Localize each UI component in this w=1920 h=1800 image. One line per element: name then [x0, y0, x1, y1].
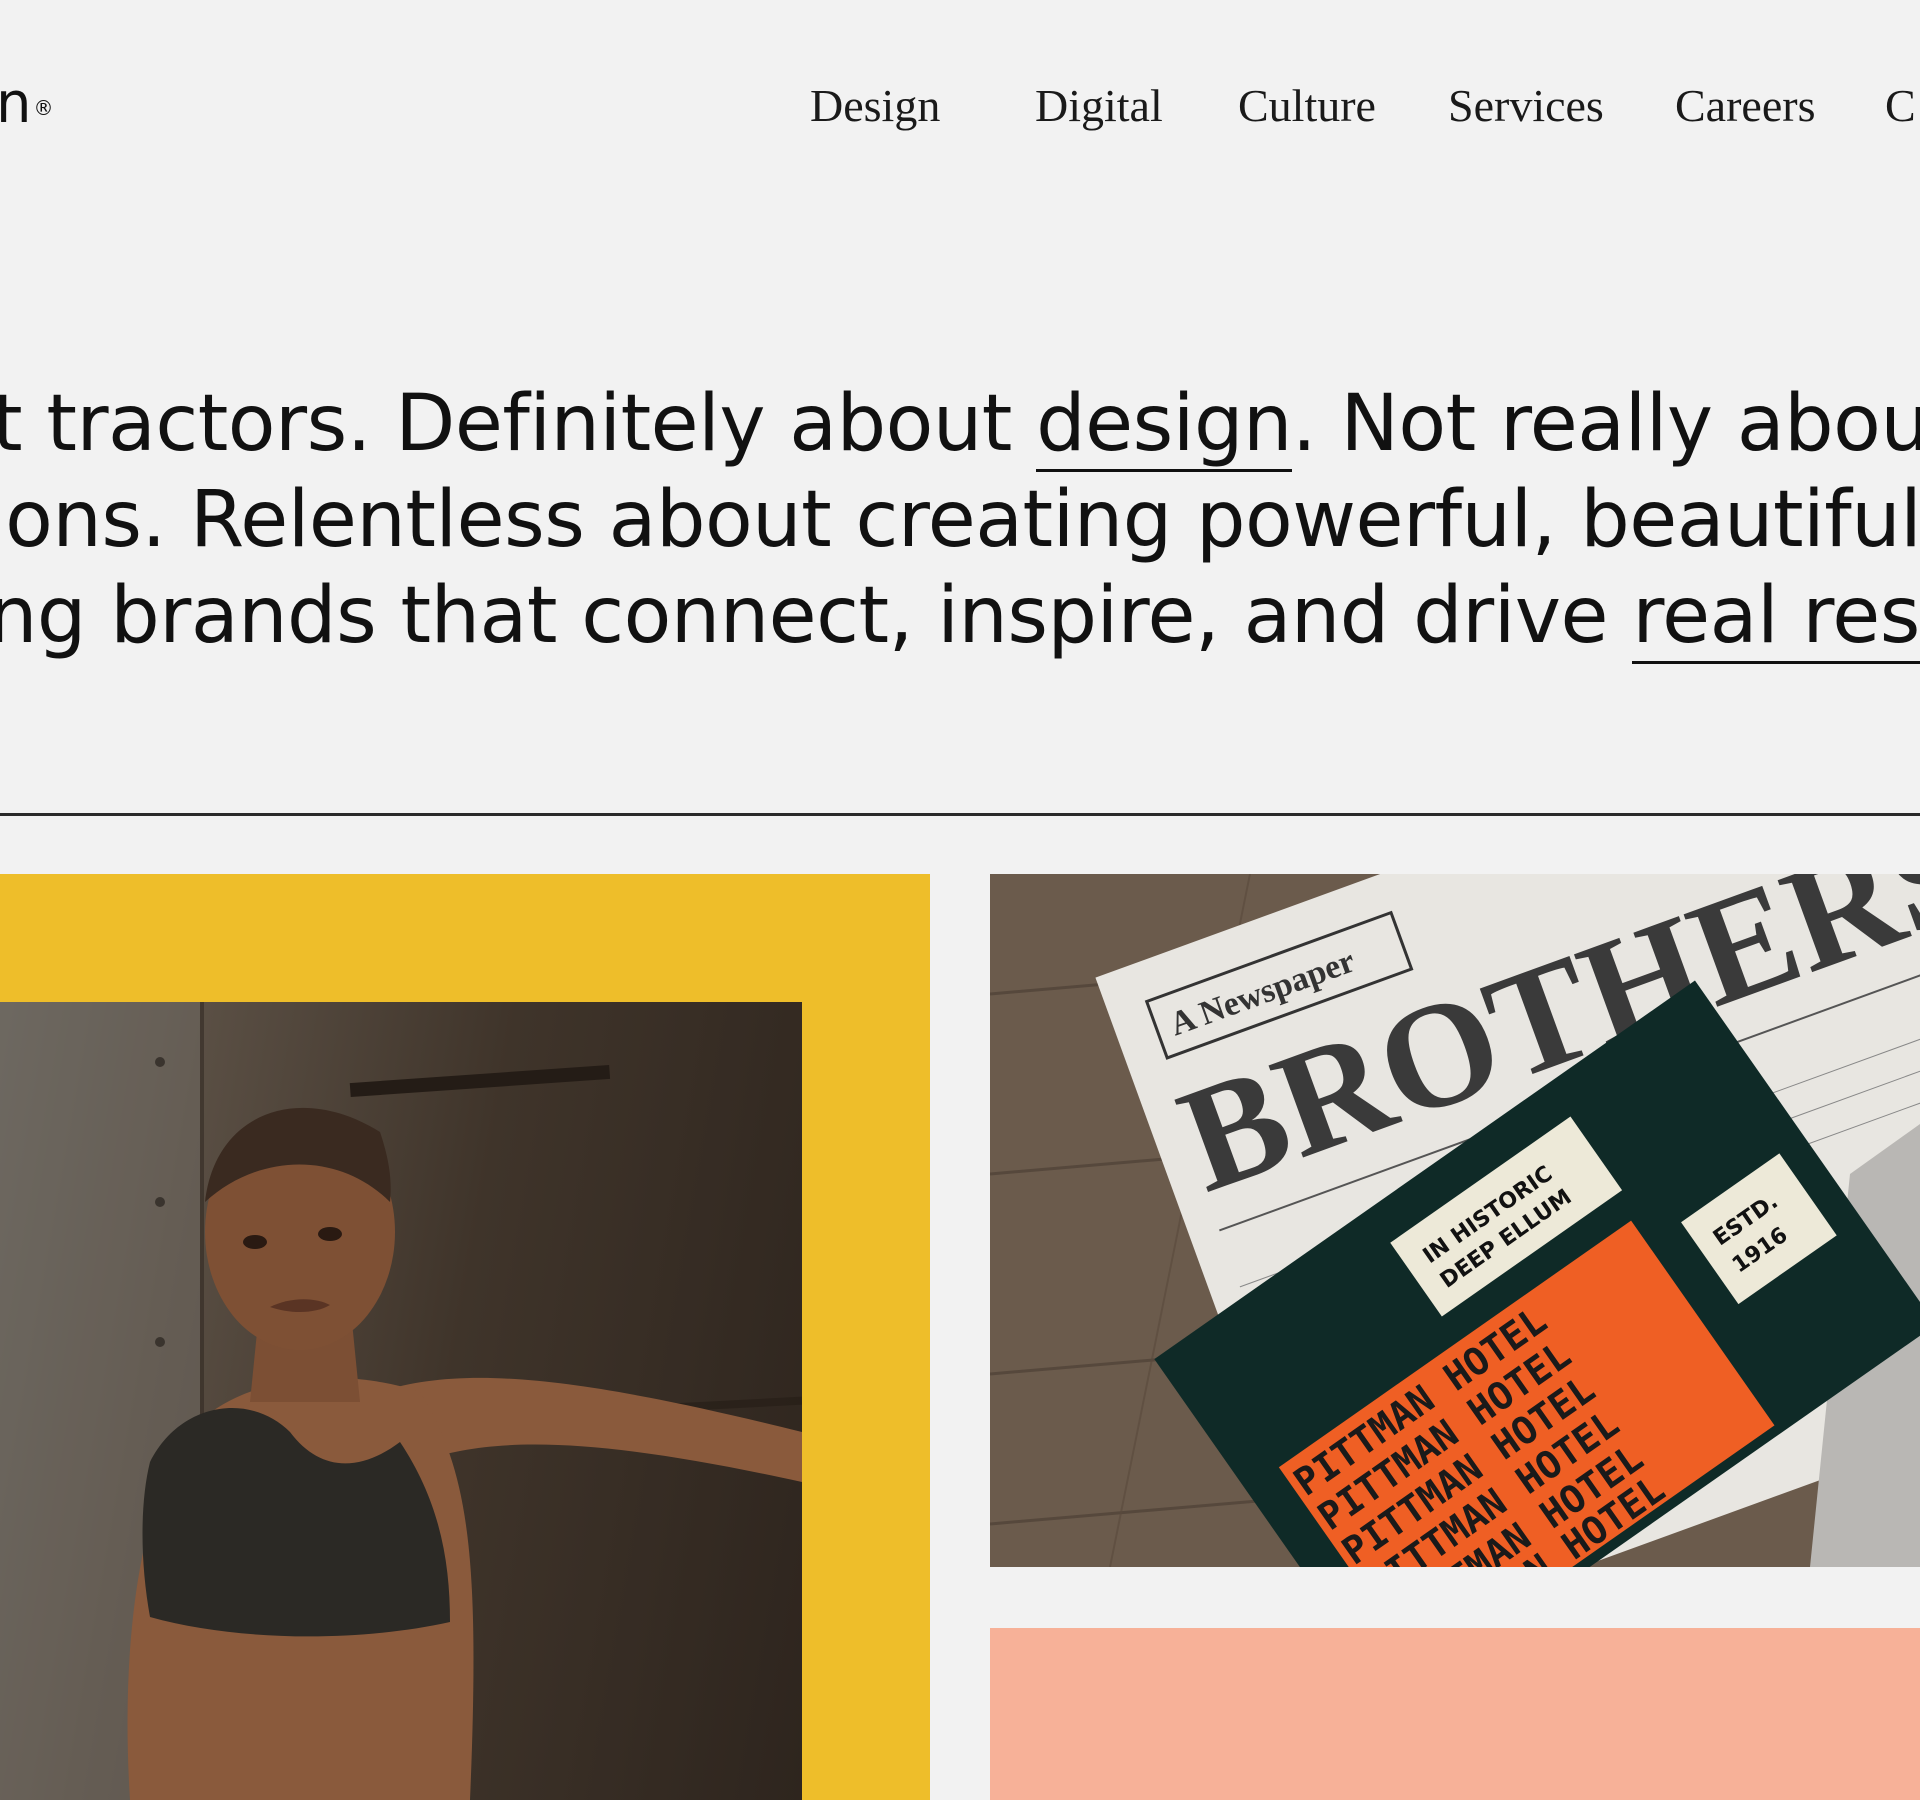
registered-mark: ® [33, 96, 54, 120]
nav-careers[interactable]: Careers [1675, 78, 1815, 134]
nav-digital[interactable]: Digital [1035, 78, 1163, 134]
brand-logo[interactable]: n ® [0, 74, 54, 134]
dancer-photo [0, 1002, 802, 1800]
hero-statement: t tractors. Definitely about design. Not… [0, 376, 1920, 676]
logo-text: n [0, 71, 32, 136]
project-card-peach[interactable] [990, 1628, 1920, 1800]
real-results-link[interactable]: real results [1632, 571, 1920, 664]
nav-services[interactable]: Services [1448, 78, 1604, 134]
design-link[interactable]: design [1036, 379, 1292, 472]
section-divider [0, 813, 1920, 816]
project-card-hotel[interactable]: A Newspaper BROTHERS PITTMAN HOTEL PITTM… [990, 874, 1920, 1567]
nav-contact[interactable]: C [1885, 78, 1916, 134]
nav-culture[interactable]: Culture [1238, 78, 1376, 134]
hero-line-1: t tractors. Definitely about design. Not… [0, 376, 1920, 472]
hero-line-2: ions. Relentless about creating powerful… [0, 475, 1920, 565]
hotel-collateral-photo: A Newspaper BROTHERS PITTMAN HOTEL PITTM… [990, 874, 1920, 1567]
hero-line-3: ng brands that connect, inspire, and dri… [0, 568, 1920, 664]
project-card-athletic[interactable] [0, 874, 930, 1800]
nav-design[interactable]: Design [810, 78, 940, 134]
